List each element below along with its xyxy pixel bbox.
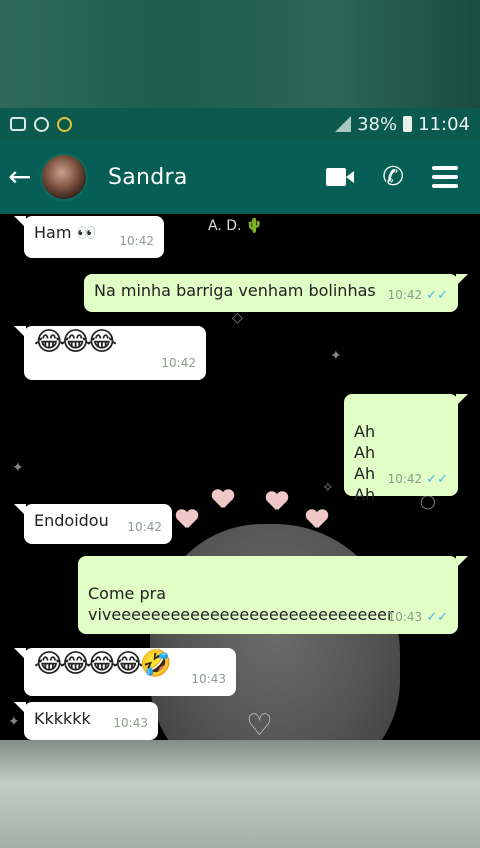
message-time: 10:42 [119, 234, 154, 248]
heart-icon [212, 490, 234, 508]
message-outgoing[interactable]: Ah Ah Ah Ah 10:42 ✓✓ [344, 394, 468, 504]
read-ticks-icon: ✓✓ [426, 610, 448, 625]
message-text: Kkkkkk [34, 709, 91, 728]
sparkle-icon: ✦ [12, 460, 24, 476]
battery-percent: 38% [357, 113, 398, 135]
wallpaper-watermark: A. D. 🌵 [208, 218, 264, 234]
sparkle-icon: ✦ [8, 714, 20, 730]
message-incoming[interactable]: Endoidou 10:42 [14, 504, 172, 544]
heart-outline-icon: ♡ [246, 708, 273, 740]
clock: 11:04 [418, 113, 470, 135]
blurred-background-bottom [0, 740, 480, 848]
sparkle-icon: ◯ [420, 494, 436, 510]
message-incoming[interactable]: Kkkkkk 10:43 [14, 702, 158, 740]
message-incoming[interactable]: Ham 👀 10:42 [14, 216, 164, 258]
notification-icons [10, 116, 72, 132]
menu-icon[interactable] [432, 166, 458, 188]
blurred-background-top [0, 0, 480, 108]
read-ticks-icon: ✓✓ [426, 288, 448, 303]
message-outgoing[interactable]: Come pra viveeeeeeeeeeeeeeeeeeeeeeeeeeee… [78, 556, 468, 634]
heart-icon [176, 510, 198, 528]
message-meta: 10:42 ✓✓ [388, 285, 448, 306]
message-outgoing[interactable]: Na minha barriga venham bolinhas 10:42 ✓✓ [84, 274, 468, 312]
message-time: 10:42 [127, 520, 162, 534]
message-time: 10:42 [387, 472, 423, 486]
sparkle-icon: ◇ [232, 310, 243, 326]
chat-area[interactable]: A. D. 🌵 ◇ ✦ ✦ ✧ ◯ ✦ ♡ Ham 👀 10:42 Na min… [0, 214, 480, 740]
heart-icon [266, 492, 288, 510]
message-text: Ah Ah Ah Ah [354, 422, 376, 504]
message-time: 10:42 [161, 356, 196, 370]
message-meta: 10:42 ✓✓ [388, 469, 448, 490]
gallery-icon [10, 117, 26, 131]
phone-call-icon[interactable]: ✆ [382, 164, 404, 190]
message-time: 10:43 [191, 672, 226, 686]
battery-icon [403, 116, 413, 132]
sparkle-icon: ✧ [322, 480, 334, 496]
instagram-icon [34, 116, 49, 132]
status-bar: 38% 11:04 [0, 108, 480, 140]
status-right: 38% 11:04 [335, 114, 470, 135]
header-actions: ✆ [326, 164, 458, 190]
video-call-icon[interactable] [326, 168, 355, 186]
signal-icon [335, 116, 352, 132]
back-arrow-icon[interactable]: ← [8, 163, 38, 191]
message-time: 10:43 [387, 610, 423, 624]
message-text: 😂😂😂 [34, 327, 117, 357]
phone-screen: 38% 11:04 ← Sandra ✆ A. D. 🌵 ◇ ✦ ✦ ✧ ◯ ✦… [0, 108, 480, 740]
app-notification-icon [57, 116, 72, 132]
read-ticks-icon: ✓✓ [426, 472, 448, 487]
chat-header: ← Sandra ✆ [0, 140, 480, 214]
message-time: 10:42 [387, 288, 423, 302]
message-text: 😂😂😂😂🤣 [34, 649, 172, 679]
message-incoming[interactable]: 😂😂😂 10:42 [14, 326, 206, 380]
contact-name[interactable]: Sandra [108, 165, 188, 190]
message-meta: 10:43 ✓✓ [388, 607, 448, 628]
message-text: Endoidou [34, 511, 109, 530]
avatar[interactable] [40, 153, 88, 201]
sparkle-icon: ✦ [330, 348, 342, 364]
message-time: 10:43 [113, 716, 148, 730]
heart-icon [306, 510, 328, 528]
message-incoming[interactable]: 😂😂😂😂🤣 10:43 [14, 648, 236, 696]
message-text: Na minha barriga venham bolinhas [94, 281, 376, 300]
message-text: Ham 👀 [34, 223, 97, 242]
message-text: Come pra viveeeeeeeeeeeeeeeeeeeeeeeeeeee… [88, 584, 394, 624]
